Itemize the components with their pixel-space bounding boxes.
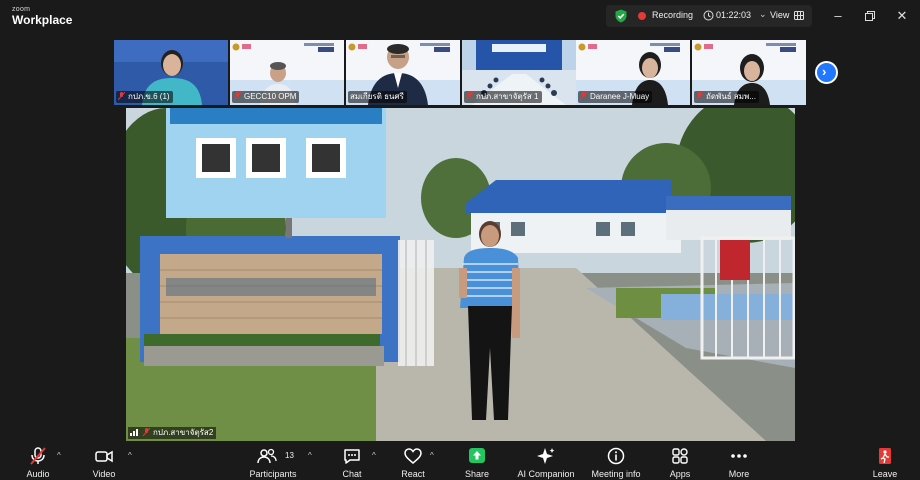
leave-label: Leave: [872, 469, 898, 479]
participants-button[interactable]: Participants: [245, 441, 301, 480]
title-bar: zoom Workplace Recording 01:22:03 ⌄ View…: [0, 0, 920, 32]
share-screen-icon: [469, 448, 485, 463]
audio-button[interactable]: Audio: [18, 441, 58, 480]
recording-bar: Recording 01:22:03 ⌄ View: [606, 5, 812, 27]
heart-icon: [404, 448, 422, 464]
close-button[interactable]: ✕: [893, 7, 911, 25]
sparkle-icon: [537, 448, 555, 464]
next-page-button[interactable]: ›: [815, 61, 838, 84]
meeting-info-label: Meeting info: [591, 469, 641, 479]
mic-muted-icon: [234, 92, 241, 100]
audio-options-caret[interactable]: ^: [57, 451, 61, 460]
share-label: Share: [464, 469, 490, 479]
shield-check-icon[interactable]: [614, 9, 628, 23]
participant-tile[interactable]: Daranee J-Muay: [576, 40, 690, 105]
main-video[interactable]: กปภ.สาขาจัตุรัส2: [126, 108, 795, 441]
chevron-right-icon: ›: [822, 64, 827, 79]
mic-muted-icon: [30, 447, 46, 465]
video-options-caret[interactable]: ^: [128, 451, 132, 460]
chat-options-caret[interactable]: ^: [372, 451, 376, 460]
participants-options-caret[interactable]: ^: [308, 451, 312, 460]
react-button[interactable]: React: [395, 441, 431, 480]
mic-muted-icon: [143, 428, 150, 436]
participant-tile[interactable]: กปภ.ข.6 (1): [114, 40, 228, 105]
participant-tile[interactable]: สมเกียรติ ธนศรี: [346, 40, 460, 105]
view-button[interactable]: View: [770, 10, 789, 20]
minimize-button[interactable]: –: [829, 7, 847, 25]
apps-button[interactable]: Apps: [662, 441, 698, 480]
react-options-caret[interactable]: ^: [430, 451, 434, 460]
more-dots-icon: [731, 454, 747, 458]
info-icon: [607, 447, 625, 465]
leave-door-icon: [879, 448, 891, 464]
meeting-info-button[interactable]: Meeting info: [586, 441, 646, 480]
chat-icon: [344, 449, 360, 464]
app-logo: zoom Workplace: [12, 6, 72, 26]
participant-name-label: Daranee J-Muay: [578, 91, 653, 103]
restore-button[interactable]: [861, 7, 879, 25]
video-camera-icon: [95, 450, 113, 463]
main-video-feed: [126, 108, 795, 441]
participant-tile[interactable]: กปภ.สาขาจัตุรัส 1: [462, 40, 576, 105]
more-button[interactable]: More: [721, 441, 757, 480]
participants-count: 13: [285, 451, 294, 460]
mic-muted-icon: [118, 92, 125, 100]
ai-companion-label: AI Companion: [517, 469, 575, 479]
participants-label: Participants: [249, 469, 297, 479]
share-button[interactable]: Share: [458, 441, 496, 480]
main-video-name-label: กปภ.สาขาจัตุรัส2: [128, 427, 217, 439]
clock-icon: [703, 10, 714, 21]
meeting-toolbar: Audio ^ Video ^ Participants 13 ^ Chat ^…: [0, 441, 920, 480]
meeting-timer: 01:22:03: [716, 10, 752, 20]
mic-muted-icon: [466, 92, 473, 100]
chevron-down-icon[interactable]: ⌄: [759, 9, 767, 20]
apps-icon: [672, 448, 688, 464]
participant-tile[interactable]: GECC10 OPM: [230, 40, 344, 105]
restore-icon: [865, 11, 875, 21]
participants-icon: [257, 448, 278, 464]
signal-icon: [130, 429, 138, 436]
chat-label: Chat: [342, 469, 362, 479]
participant-strip: กปภ.ข.6 (1) GECC10 OPM สมเกียรติ ธนศรี ก…: [114, 40, 806, 105]
participant-name-label: สมเกียรติ ธนศรี: [348, 91, 407, 103]
participant-tile[interactable]: ถัดพันธ์ สมพ...: [692, 40, 806, 105]
video-button[interactable]: Video: [84, 441, 124, 480]
participant-name-label: ถัดพันธ์ สมพ...: [694, 91, 759, 103]
participant-name-label: กปภ.สาขาจัตุรัส 1: [464, 91, 542, 103]
participant-name-label: กปภ.ข.6 (1): [116, 91, 173, 103]
brand-top: zoom: [12, 6, 31, 13]
mic-muted-icon: [696, 92, 703, 100]
more-label: More: [728, 469, 750, 479]
recording-dot-icon: [638, 12, 646, 20]
video-label: Video: [92, 469, 116, 479]
grid-icon[interactable]: [794, 11, 804, 20]
ai-companion-button[interactable]: AI Companion: [513, 441, 579, 480]
leave-button[interactable]: Leave: [866, 441, 904, 480]
brand-bottom: Workplace: [12, 13, 73, 27]
react-label: React: [401, 469, 425, 479]
chat-button[interactable]: Chat: [334, 441, 370, 480]
mic-muted-icon: [580, 92, 587, 100]
recording-label[interactable]: Recording: [652, 10, 693, 20]
participant-name-label: GECC10 OPM: [232, 91, 300, 103]
audio-label: Audio: [26, 469, 50, 479]
apps-label: Apps: [669, 469, 691, 479]
